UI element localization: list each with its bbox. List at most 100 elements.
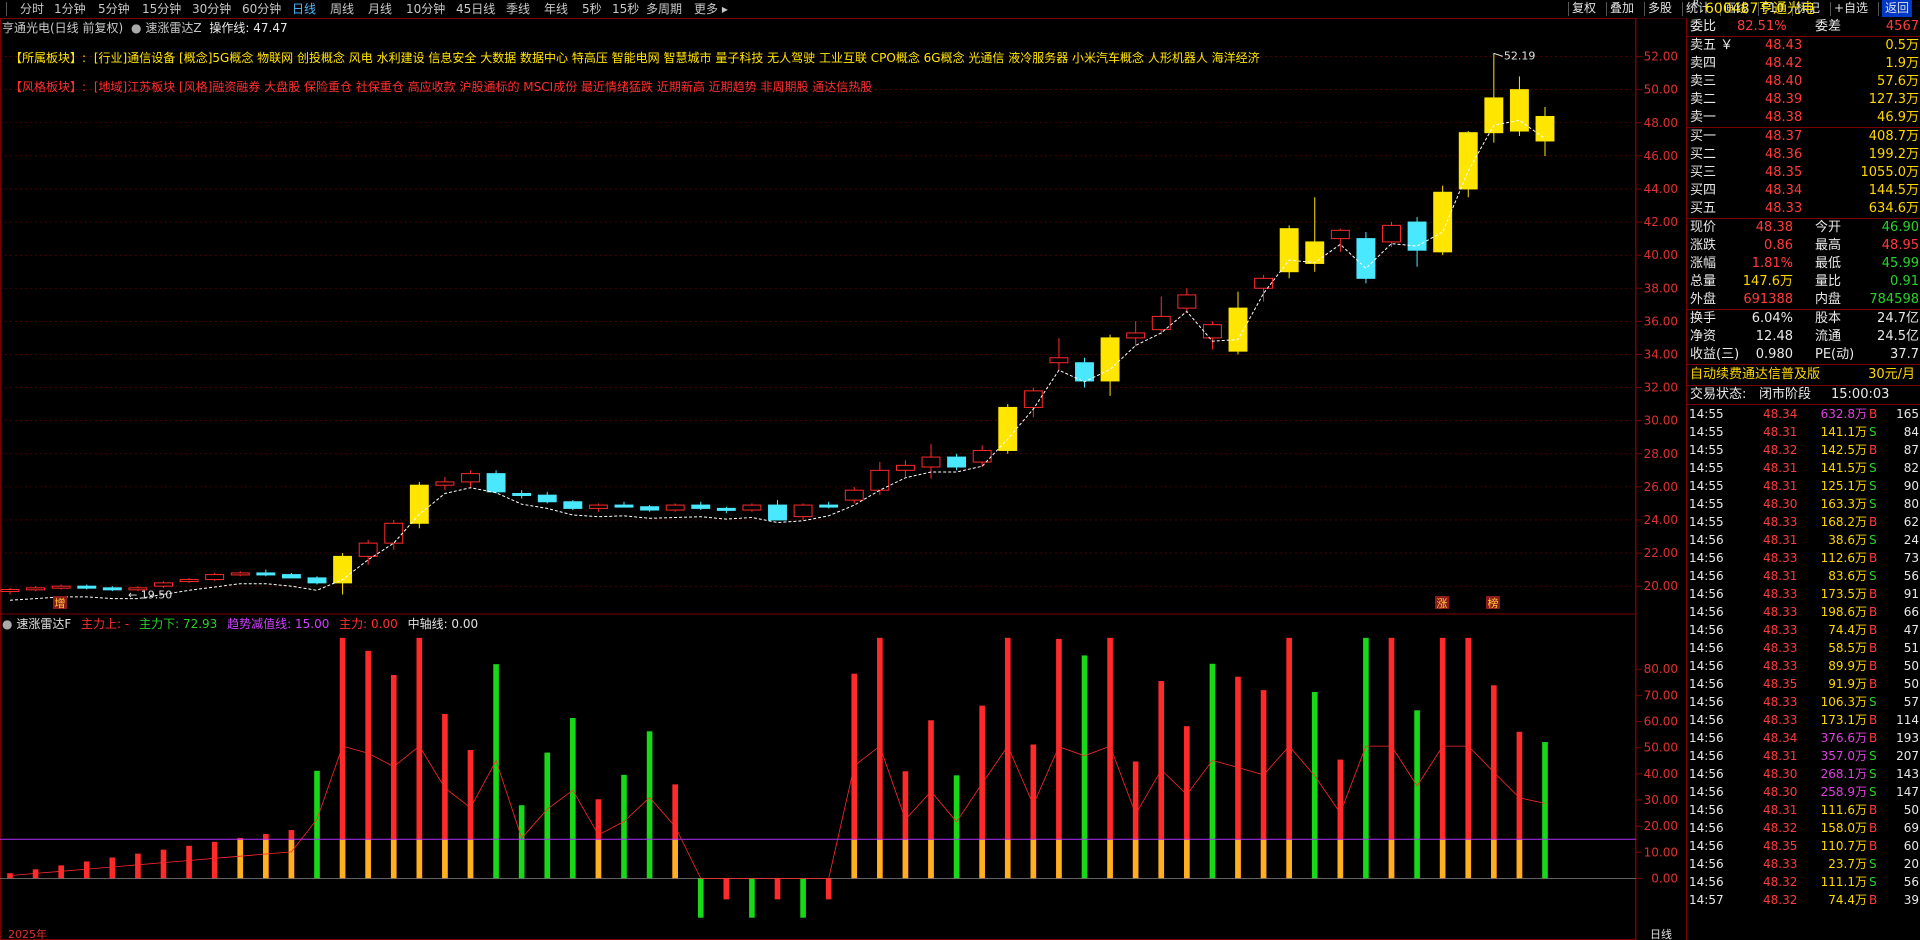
period-tab-15[interactable]: 多周期 — [646, 1, 682, 17]
indicator-bar-core — [237, 839, 244, 879]
period-tab-10[interactable]: 45日线 — [456, 1, 495, 17]
quote-value: 45.99 — [1881, 256, 1919, 271]
candle-body — [1330, 229, 1350, 240]
candle-body — [691, 504, 711, 509]
tick-count: 62 — [1903, 515, 1919, 529]
tick-row: 14:56 48.31 83.6万 S 56 — [1687, 567, 1920, 585]
quote-value: 买四 — [1690, 183, 1717, 198]
candle-body — [154, 582, 173, 587]
quote-value: 现价 — [1690, 220, 1717, 235]
indicator-bar — [186, 845, 192, 879]
period-tab-8[interactable]: 月线 — [368, 1, 392, 17]
tick-volume: 110.7万 — [1820, 839, 1867, 853]
quote-value: 12.48 — [1755, 329, 1793, 344]
sector-belong-row: 【所属板块】: [行业]通信设备 [概念]5G概念 物联网 创投概念 风电 水利… — [10, 50, 1630, 66]
toolbar-button-1[interactable]: 叠加 — [1610, 0, 1634, 17]
period-tab-11[interactable]: 季线 — [506, 1, 530, 17]
period-tab-7[interactable]: 周线 — [330, 1, 354, 17]
indicator-bar-core — [1439, 839, 1446, 879]
indicator-bar — [646, 731, 653, 879]
tick-time: 14:56 — [1689, 641, 1724, 655]
indicator-name[interactable]: 速涨雷达Z — [145, 21, 201, 35]
period-tab-2[interactable]: 5分钟 — [98, 1, 130, 17]
tick-volume: 111.6万 — [1820, 803, 1867, 817]
tick-price: 48.35 — [1763, 839, 1798, 853]
tick-count: 147 — [1896, 785, 1919, 799]
tick-time: 14:56 — [1689, 605, 1724, 619]
period-tab-5[interactable]: 60分钟 — [242, 1, 281, 17]
quote-value: 48.38 — [1755, 220, 1793, 235]
candle — [1433, 185, 1453, 256]
toolbar-button-2[interactable]: 多股 — [1648, 0, 1672, 17]
tick-count: 47 — [1903, 623, 1919, 637]
period-tab-14[interactable]: 15秒 — [612, 1, 639, 17]
indicator-toggle-icon[interactable]: ● — [131, 21, 141, 35]
quote-value: 37.7 — [1890, 347, 1919, 362]
quote-value: 卖五 ￥ — [1690, 38, 1734, 53]
tick-time: 14:56 — [1689, 857, 1724, 871]
quote-value: 委比 — [1690, 19, 1717, 34]
main-force-label: 主力: 0.00 — [339, 617, 398, 631]
indicator-bar — [800, 878, 806, 918]
tick-price: 48.32 — [1763, 875, 1798, 889]
quote-value: 最高 — [1815, 238, 1842, 253]
indicator-bar-core — [1388, 839, 1395, 879]
tick-row: 14:57 48.32 74.4万 B 39 — [1687, 891, 1920, 909]
candle-body — [588, 504, 608, 509]
period-tab-13[interactable]: 5秒 — [582, 1, 602, 17]
candle-body — [716, 507, 736, 511]
sub-indicator-toggle-icon[interactable]: ● — [2, 617, 12, 631]
tick-row: 14:56 48.30 258.9万 S 147 — [1687, 783, 1920, 801]
main-y-tick-label: 44.00 — [1644, 182, 1678, 196]
quote-value: 量比 — [1815, 274, 1842, 289]
indicator-bar-core — [1337, 839, 1344, 879]
tick-price: 48.33 — [1763, 713, 1798, 727]
kline-chart[interactable]: 52.00 50.00 48.00 46.00 44.00 42.00 40.00 38.00… — [0, 18, 1686, 940]
tick-side: B — [1869, 677, 1878, 691]
quote-value: 48.35 — [1765, 165, 1803, 180]
period-tab-0[interactable]: 分时 — [20, 1, 44, 17]
tick-side: S — [1869, 461, 1877, 475]
indicator-bar — [493, 664, 499, 879]
quote-value[interactable]: 自动续费通达信普及版 — [1690, 365, 1820, 385]
period-tab-3[interactable]: 15分钟 — [142, 1, 181, 17]
period-tab-9[interactable]: 10分钟 — [406, 1, 445, 17]
quote-value: 48.34 — [1765, 183, 1803, 198]
candle-body — [998, 406, 1018, 451]
tick-price: 48.33 — [1763, 857, 1798, 871]
center-axis-label: 中轴线: 0.00 — [407, 617, 479, 631]
sub-y-tick-label: 60.00 — [1644, 715, 1678, 729]
tick-side: B — [1869, 839, 1878, 853]
candle-body — [1382, 224, 1401, 243]
quote-value: 784598 — [1869, 292, 1919, 307]
candle — [256, 569, 276, 577]
toolbar-button-0[interactable]: 复权 — [1572, 0, 1596, 17]
tick-time: 14:56 — [1689, 569, 1724, 583]
sub-indicator-name[interactable]: 速涨雷达F — [16, 617, 71, 631]
quote-value: 46.90 — [1881, 220, 1919, 235]
ask-row: 卖二 48.39 127.3万 — [1687, 91, 1920, 109]
indicator-bar — [1081, 655, 1088, 879]
tick-row: 14:56 48.34 376.6万 B 193 — [1687, 729, 1920, 747]
indicator-bar — [749, 878, 755, 918]
indicator-bar-core — [1107, 839, 1113, 879]
period-tab-6[interactable]: 日线 — [292, 1, 316, 17]
period-tab-12[interactable]: 年线 — [544, 1, 568, 17]
tick-price: 48.31 — [1763, 479, 1798, 493]
period-tab-16[interactable]: 更多 ▸ — [694, 1, 728, 17]
period-tab-1[interactable]: 1分钟 — [54, 1, 86, 17]
quote-value: 涨幅 — [1690, 256, 1717, 271]
tick-row: 14:56 48.33 173.5万 B 91 — [1687, 585, 1920, 603]
candle — [1356, 231, 1376, 284]
tick-row: 14:56 48.33 112.6万 B 73 — [1687, 549, 1920, 567]
indicator-bar-core — [1491, 839, 1497, 879]
bid-row: 买二 48.36 199.2万 — [1687, 146, 1920, 164]
indicator-bar-core — [339, 839, 346, 879]
indicator-bar — [697, 878, 704, 918]
quote-value: 57.6万 — [1877, 74, 1919, 89]
period-tab-4[interactable]: 30分钟 — [192, 1, 231, 17]
tick-price: 48.32 — [1763, 893, 1798, 907]
sector-style-text[interactable]: [地域]江苏板块 [风格]融资融券 大盘股 保险重仓 社保重仓 高应收款 沪股通… — [94, 80, 872, 94]
tick-volume: 111.1万 — [1820, 875, 1867, 889]
sector-belong-text[interactable]: [行业]通信设备 [概念]5G概念 物联网 创投概念 风电 水利建设 信息安全 … — [94, 51, 1260, 65]
